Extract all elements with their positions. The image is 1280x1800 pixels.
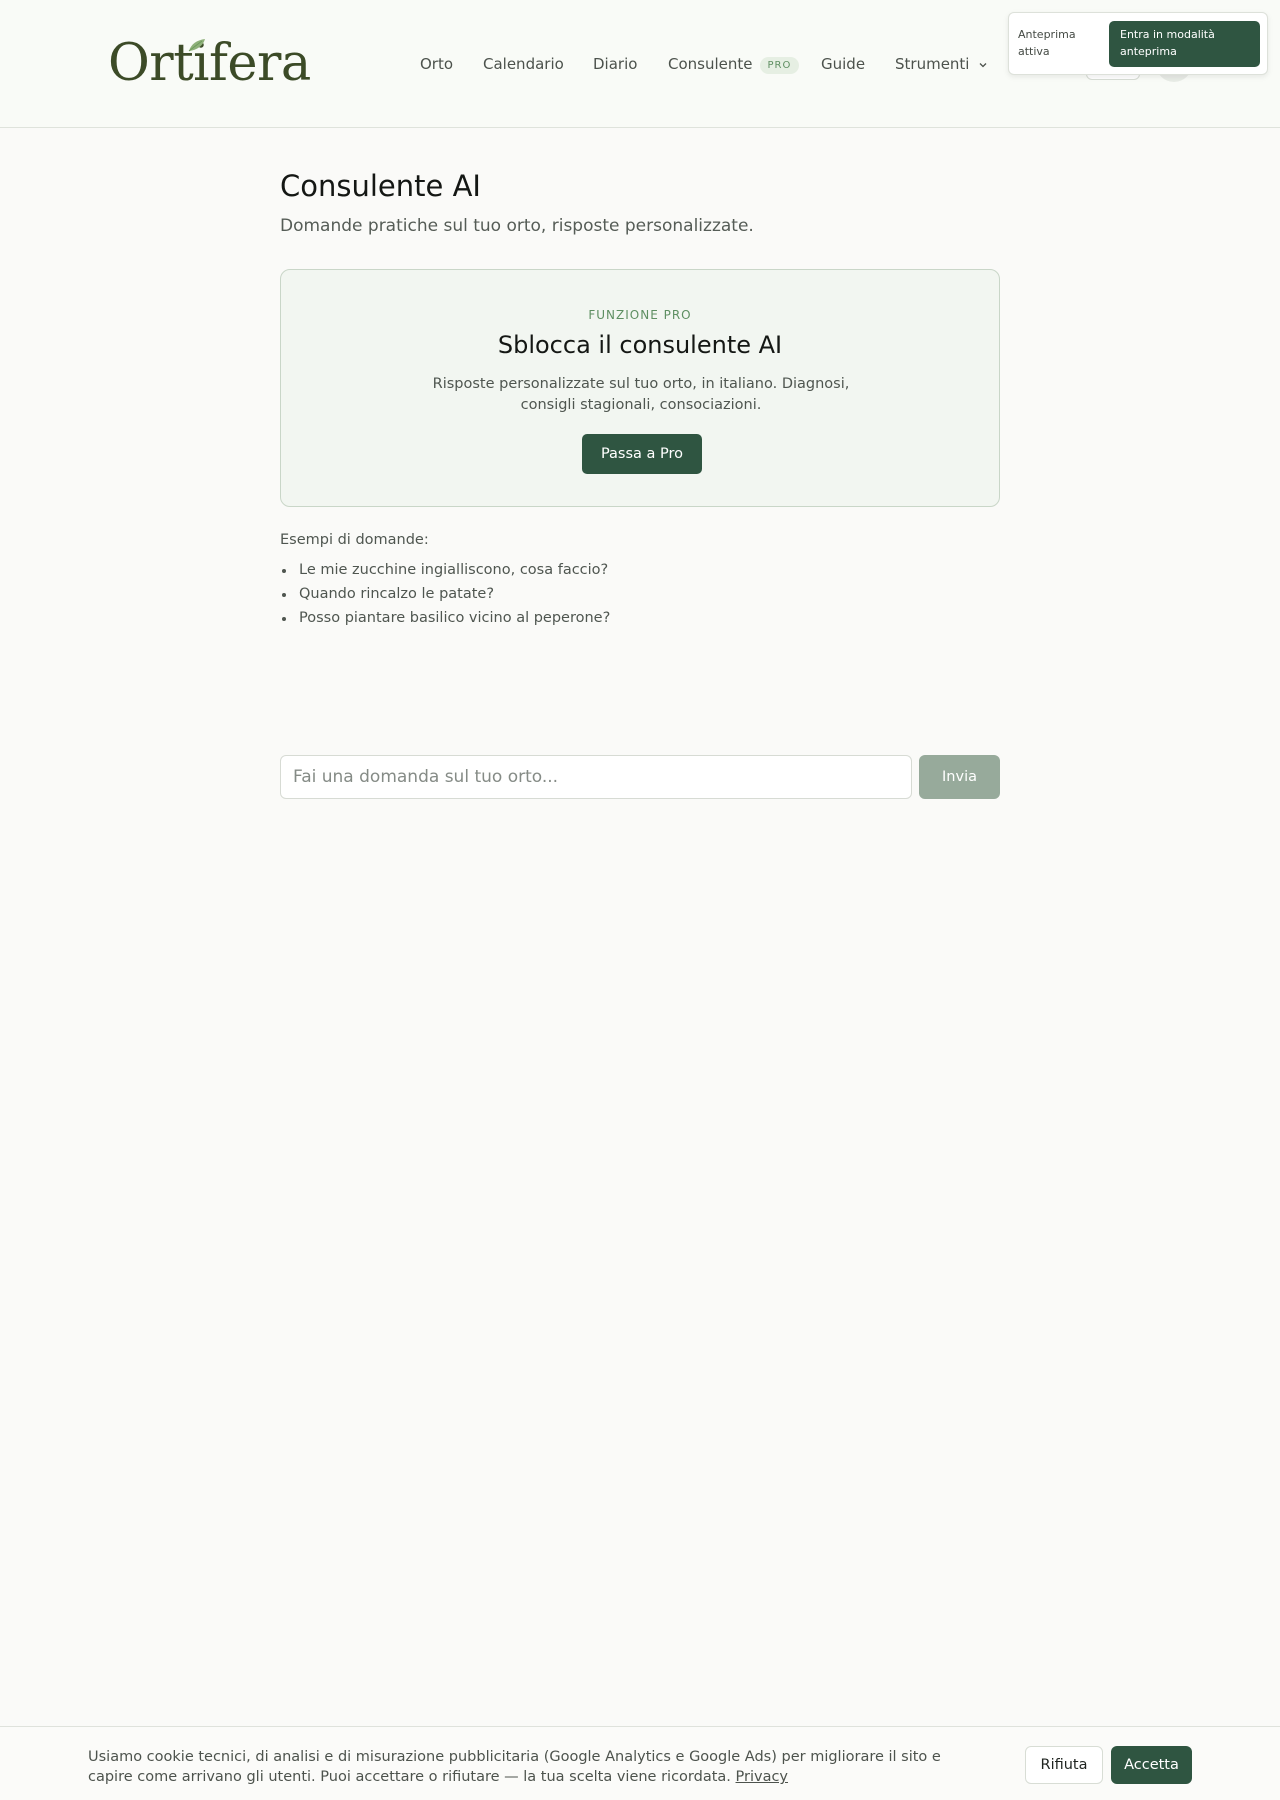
cookie-text: Usiamo cookie tecnici, di analisi e di m… [88, 1747, 988, 1787]
examples-label: Esempi di domande: [280, 532, 429, 548]
nav-item-diario[interactable]: Diario [593, 52, 637, 76]
nav-item-orto[interactable]: Orto [420, 52, 453, 76]
example-question[interactable]: Le mie zucchine ingialliscono, cosa facc… [280, 558, 1000, 582]
chevron-down-icon [979, 62, 987, 67]
preview-popup: Anteprima attiva Entra in modalità antep… [1008, 12, 1268, 75]
page-subtitle: Domande pratiche sul tuo orto, risposte … [280, 216, 754, 236]
nav-item-label: Strumenti [895, 55, 970, 73]
enter-preview-button[interactable]: Entra in modalità anteprima [1109, 21, 1260, 67]
example-question[interactable]: Posso piantare basilico vicino al pepero… [280, 606, 1000, 630]
site-header: Ortifera Orto Calendario Diario Consulen… [0, 0, 1280, 128]
question-input[interactable] [280, 755, 912, 799]
accept-cookies-button[interactable]: Accetta [1111, 1746, 1192, 1784]
cookie-message: Usiamo cookie tecnici, di analisi e di m… [88, 1749, 941, 1785]
leaf-icon [188, 39, 205, 52]
logo[interactable]: Ortifera [108, 34, 311, 94]
pro-card-title: Sblocca il consulente AI [497, 331, 783, 359]
nav-item-strumenti[interactable]: Strumenti [895, 52, 988, 76]
pro-eyebrow: FUNZIONE PRO [588, 308, 692, 322]
main-content: Consulente AI Domande pratiche sul tuo o… [280, 164, 1000, 799]
pro-upsell-card: FUNZIONE PRO Sblocca il consulente AI Ri… [280, 269, 1000, 507]
cookie-banner: Usiamo cookie tecnici, di analisi e di m… [0, 1726, 1280, 1800]
page-title: Consulente AI [280, 169, 481, 203]
privacy-link[interactable]: Privacy [736, 1769, 789, 1785]
nav-item-consulente[interactable]: Consulente PRO [668, 52, 800, 76]
nav-item-guide[interactable]: Guide [821, 52, 865, 76]
example-questions: Esempi di domande: Le mie zucchine ingia… [280, 530, 1000, 630]
examples-list: Le mie zucchine ingialliscono, cosa facc… [280, 558, 1000, 630]
preview-status-label: Anteprima attiva [1018, 28, 1076, 58]
upgrade-pro-button[interactable]: Passa a Pro [582, 434, 702, 474]
example-question[interactable]: Quando rincalzo le patate? [280, 582, 1000, 606]
pro-card-description: Risposte personalizzate sul tuo orto, in… [432, 376, 850, 413]
nav-item-label: Consulente [668, 55, 753, 73]
reject-cookies-button[interactable]: Rifiuta [1025, 1746, 1103, 1784]
send-button[interactable]: Invia [919, 755, 1000, 799]
nav-item-calendario[interactable]: Calendario [483, 52, 564, 76]
pro-badge: PRO [759, 57, 800, 74]
